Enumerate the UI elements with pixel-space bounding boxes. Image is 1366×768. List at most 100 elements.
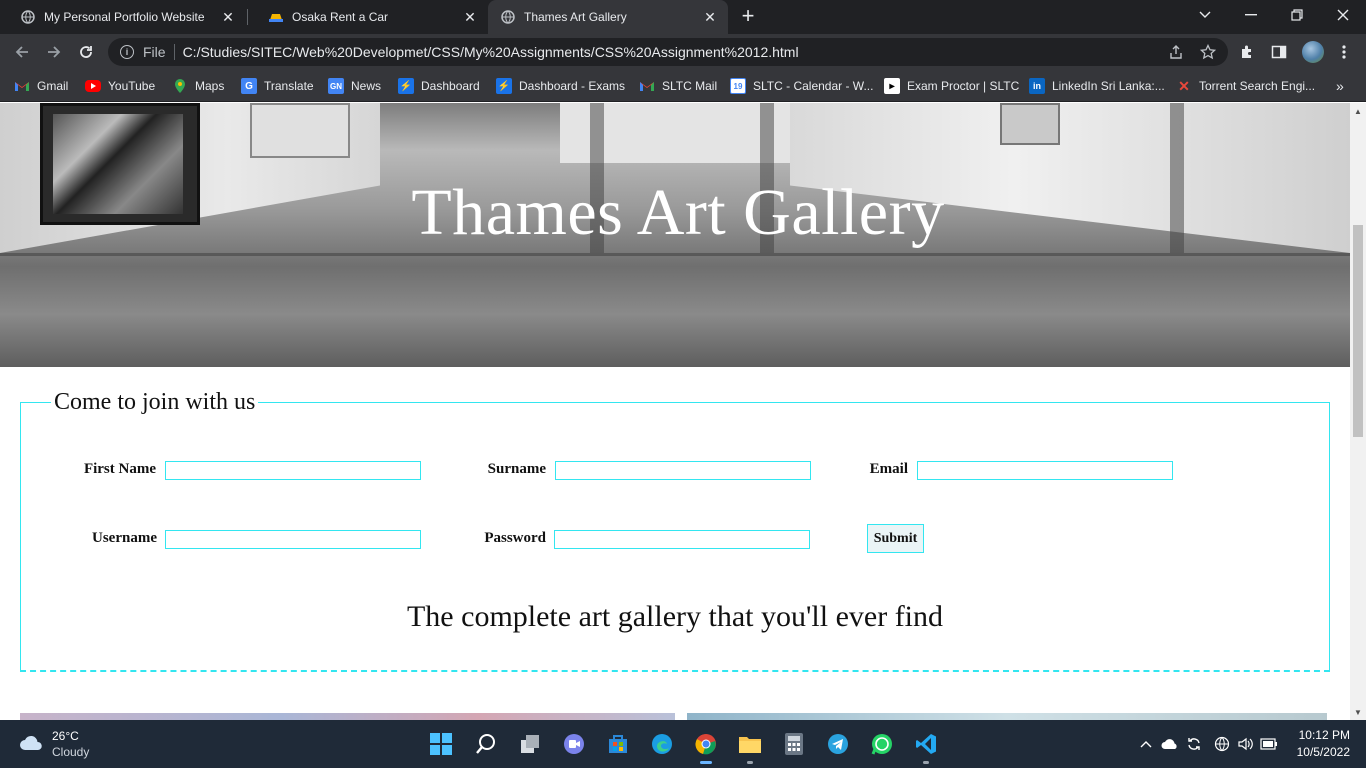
password-input[interactable] [554,530,810,549]
forward-icon[interactable] [42,40,66,64]
reload-icon[interactable] [74,40,98,64]
surname-input[interactable] [555,461,811,480]
scrollbar-thumb[interactable] [1353,225,1363,437]
tab-title: Thames Art Gallery [524,10,627,24]
language-globe-icon[interactable] [1212,734,1232,754]
bookmark-maps[interactable]: Maps [172,76,224,96]
bookmark-label: LinkedIn Sri Lanka:... [1052,79,1165,93]
profile-avatar[interactable] [1302,41,1324,63]
first-name-label: First Name [83,461,156,477]
file-explorer-icon[interactable] [736,730,764,764]
bookmark-youtube[interactable]: YouTube [85,76,155,96]
gallery-image [20,713,675,720]
volume-icon[interactable] [1235,734,1255,754]
translate-icon: G [241,78,257,94]
weather-desc[interactable]: Cloudy [52,745,89,759]
clock-time[interactable]: 10:12 PM [1290,728,1350,742]
bookmark-translate[interactable]: G Translate [241,76,314,96]
share-icon[interactable] [1166,42,1186,62]
windows-start-icon[interactable] [427,730,455,758]
username-label: Username [92,530,157,546]
dashboard-exams-icon: ⚡ [496,78,512,94]
bookmark-star-icon[interactable] [1198,42,1218,62]
microsoft-store-icon[interactable] [604,730,632,758]
calculator-icon[interactable] [780,730,808,758]
bookmark-torrent[interactable]: ✕ Torrent Search Engi... [1176,76,1315,96]
sync-icon[interactable] [1184,734,1204,754]
search-icon[interactable] [472,730,500,758]
chrome-icon[interactable] [692,730,720,764]
scroll-down-icon[interactable]: ▼ [1350,704,1366,720]
hero-painting [1000,103,1060,145]
bookmark-news[interactable]: GN News [328,76,381,96]
taskbar: 26°C Cloudy 10:12 PM 10/5/2022 [0,720,1366,768]
browser-toolbar: i File C:/Studies/SITEC/Web%20Developmet… [0,34,1366,70]
restore-button[interactable] [1274,0,1320,30]
bookmark-sltc-mail[interactable]: SLTC Mail [639,76,717,96]
email-input[interactable] [917,461,1173,480]
gallery-image [687,713,1327,720]
back-icon[interactable] [10,40,34,64]
bookmark-linkedin[interactable]: in LinkedIn Sri Lanka:... [1029,76,1165,96]
page-title: Thames Art Gallery [411,176,945,249]
tab-title: My Personal Portfolio Website [44,10,205,24]
youtube-icon [85,80,101,92]
torrent-icon: ✕ [1178,77,1190,94]
bookmark-exam-proctor[interactable]: ▸ Exam Proctor | SLTC [884,76,1019,96]
task-view-icon[interactable] [516,730,544,758]
hero-banner: Thames Art Gallery [0,103,1350,367]
close-icon[interactable]: ✕ [462,9,478,25]
scroll-up-icon[interactable]: ▲ [1350,103,1366,119]
whatsapp-icon[interactable] [868,730,896,758]
telegram-icon[interactable] [824,730,852,758]
first-name-input[interactable] [165,461,421,480]
bookmark-label: Maps [195,79,225,93]
submit-button[interactable]: Submit [867,524,924,553]
edge-icon[interactable] [648,730,676,758]
weather-temp[interactable]: 26°C [52,729,79,743]
tab-osaka[interactable]: Osaka Rent a Car ✕ [248,0,488,34]
close-window-button[interactable] [1320,0,1366,30]
hero-painting [250,103,350,158]
globe-icon [500,9,516,25]
teams-chat-icon[interactable] [560,730,588,758]
chevron-up-icon[interactable] [1136,734,1156,754]
close-icon[interactable]: ✕ [702,9,718,25]
bookmark-dashboard[interactable]: ⚡ Dashboard [398,76,480,96]
extensions-icon[interactable] [1237,42,1257,62]
browser-tabstrip: My Personal Portfolio Website ✕ Osaka Re… [0,0,1366,34]
minimize-button[interactable] [1228,0,1274,30]
more-bookmarks-icon[interactable]: » [1336,76,1344,96]
bookmark-label: Dashboard [421,79,480,93]
linkedin-icon: in [1029,78,1045,94]
tagline: The complete art gallery that you'll eve… [406,600,944,633]
maps-icon [172,78,188,94]
vscode-icon[interactable] [912,730,940,764]
more-menu-icon[interactable] [1334,42,1354,62]
username-input[interactable] [165,530,421,549]
side-panel-icon[interactable] [1269,42,1289,62]
tab-search-icon[interactable] [1182,0,1228,30]
bookmark-gmail[interactable]: Gmail [14,76,68,96]
bookmark-dashboard-exams[interactable]: ⚡ Dashboard - Exams [496,76,625,96]
address-bar[interactable]: i File C:/Studies/SITEC/Web%20Developmet… [108,38,1228,66]
close-icon[interactable]: ✕ [220,9,236,25]
bookmarks-bar: Gmail YouTube Maps G Translate GN News ⚡… [0,70,1366,102]
car-icon [268,9,284,25]
exam-proctor-icon: ▸ [884,78,900,94]
address-url[interactable]: C:/Studies/SITEC/Web%20Developmet/CSS/My… [183,44,799,60]
clock-date[interactable]: 10/5/2022 [1280,745,1350,759]
bookmark-label: Torrent Search Engi... [1199,79,1316,93]
battery-icon[interactable] [1259,734,1279,754]
bookmark-label: Exam Proctor | SLTC [907,79,1020,93]
tab-thames-gallery[interactable]: Thames Art Gallery ✕ [488,0,728,34]
onedrive-icon[interactable] [1160,734,1180,754]
address-divider [173,44,175,60]
new-tab-button[interactable]: + [737,5,759,28]
tab-portfolio[interactable]: My Personal Portfolio Website ✕ [0,0,246,34]
bookmark-sltc-calendar[interactable]: 19 SLTC - Calendar - W... [730,76,873,96]
site-info-icon[interactable]: i [120,45,134,59]
address-scheme: File [143,44,166,60]
cloud-icon[interactable] [18,734,44,752]
page-scrollbar[interactable]: ▲ ▼ [1350,103,1366,720]
